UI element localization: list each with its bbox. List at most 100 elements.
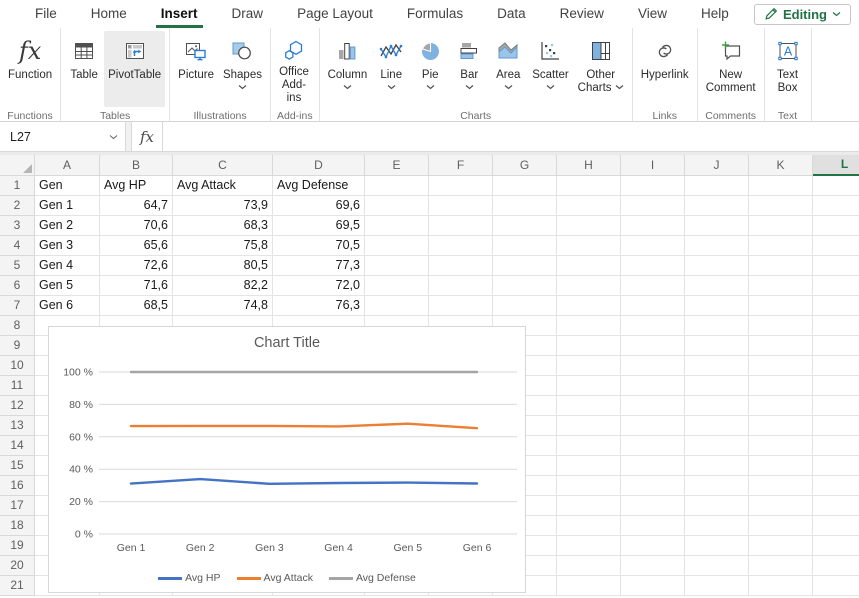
cell-E6[interactable] xyxy=(365,276,429,296)
cell-I5[interactable] xyxy=(621,256,685,276)
cell-G6[interactable] xyxy=(493,276,557,296)
row-header-8[interactable]: 8 xyxy=(0,316,35,336)
cell-A1[interactable]: Gen xyxy=(35,176,100,196)
cell-K6[interactable] xyxy=(749,276,813,296)
cell-J15[interactable] xyxy=(685,456,749,476)
cell-D7[interactable]: 76,3 xyxy=(273,296,365,316)
cell-K19[interactable] xyxy=(749,536,813,556)
cell-A7[interactable]: Gen 6 xyxy=(35,296,100,316)
row-header-15[interactable]: 15 xyxy=(0,456,35,476)
insert-function-button[interactable]: fx xyxy=(131,122,163,151)
cell-J2[interactable] xyxy=(685,196,749,216)
cell-K18[interactable] xyxy=(749,516,813,536)
row-header-21[interactable]: 21 xyxy=(0,576,35,596)
cell-L10[interactable] xyxy=(813,356,859,376)
cell-H3[interactable] xyxy=(557,216,621,236)
tab-home[interactable]: Home xyxy=(74,0,144,28)
cell-B6[interactable]: 71,6 xyxy=(100,276,173,296)
legend-item-avg-hp[interactable]: Avg HP xyxy=(158,572,220,584)
cell-A3[interactable]: Gen 2 xyxy=(35,216,100,236)
cell-L21[interactable] xyxy=(813,576,859,596)
cell-C1[interactable]: Avg Attack xyxy=(173,176,273,196)
tab-draw[interactable]: Draw xyxy=(215,0,281,28)
chevron-down-icon[interactable] xyxy=(504,84,513,93)
ribbon-button-text-box[interactable]: AText Box xyxy=(769,31,807,107)
cell-B4[interactable]: 65,6 xyxy=(100,236,173,256)
cell-J21[interactable] xyxy=(685,576,749,596)
cell-H5[interactable] xyxy=(557,256,621,276)
cell-F1[interactable] xyxy=(429,176,493,196)
cell-F5[interactable] xyxy=(429,256,493,276)
cell-H11[interactable] xyxy=(557,376,621,396)
cell-K4[interactable] xyxy=(749,236,813,256)
row-header-12[interactable]: 12 xyxy=(0,396,35,416)
ribbon-button-bar[interactable]: Bar xyxy=(450,31,488,107)
cell-I13[interactable] xyxy=(621,416,685,436)
chevron-down-icon[interactable] xyxy=(546,84,555,93)
cell-J18[interactable] xyxy=(685,516,749,536)
ribbon-button-pie[interactable]: Pie xyxy=(411,31,449,107)
cell-H21[interactable] xyxy=(557,576,621,596)
name-box[interactable]: L27 xyxy=(0,122,125,151)
cell-L7[interactable] xyxy=(813,296,859,316)
cell-L15[interactable] xyxy=(813,456,859,476)
series-line-avg-hp[interactable] xyxy=(131,479,477,484)
cell-G5[interactable] xyxy=(493,256,557,276)
tab-insert[interactable]: Insert xyxy=(144,0,215,28)
cell-E5[interactable] xyxy=(365,256,429,276)
cell-K2[interactable] xyxy=(749,196,813,216)
row-header-2[interactable]: 2 xyxy=(0,196,35,216)
ribbon-button-column[interactable]: Column xyxy=(324,31,372,107)
cell-I14[interactable] xyxy=(621,436,685,456)
cell-D6[interactable]: 72,0 xyxy=(273,276,365,296)
row-header-5[interactable]: 5 xyxy=(0,256,35,276)
cell-H7[interactable] xyxy=(557,296,621,316)
cell-B2[interactable]: 64,7 xyxy=(100,196,173,216)
tab-data[interactable]: Data xyxy=(480,0,543,28)
row-header-6[interactable]: 6 xyxy=(0,276,35,296)
cell-F4[interactable] xyxy=(429,236,493,256)
cell-J11[interactable] xyxy=(685,376,749,396)
cell-D5[interactable]: 77,3 xyxy=(273,256,365,276)
cell-J1[interactable] xyxy=(685,176,749,196)
cell-C7[interactable]: 74,8 xyxy=(173,296,273,316)
row-header-19[interactable]: 19 xyxy=(0,536,35,556)
row-header-4[interactable]: 4 xyxy=(0,236,35,256)
cell-J12[interactable] xyxy=(685,396,749,416)
cell-A4[interactable]: Gen 3 xyxy=(35,236,100,256)
cell-I16[interactable] xyxy=(621,476,685,496)
cell-K21[interactable] xyxy=(749,576,813,596)
chevron-down-icon[interactable] xyxy=(238,84,247,93)
cell-E4[interactable] xyxy=(365,236,429,256)
select-all-corner[interactable] xyxy=(0,155,35,176)
cell-J6[interactable] xyxy=(685,276,749,296)
cell-L3[interactable] xyxy=(813,216,859,236)
cell-L18[interactable] xyxy=(813,516,859,536)
tab-help[interactable]: Help xyxy=(684,0,746,28)
cell-K1[interactable] xyxy=(749,176,813,196)
cell-K3[interactable] xyxy=(749,216,813,236)
cell-I12[interactable] xyxy=(621,396,685,416)
cell-K14[interactable] xyxy=(749,436,813,456)
cell-H12[interactable] xyxy=(557,396,621,416)
ribbon-button-hyperlink[interactable]: Hyperlink xyxy=(637,31,693,107)
cell-J3[interactable] xyxy=(685,216,749,236)
cell-E7[interactable] xyxy=(365,296,429,316)
cell-I11[interactable] xyxy=(621,376,685,396)
cell-H18[interactable] xyxy=(557,516,621,536)
cell-J4[interactable] xyxy=(685,236,749,256)
column-header-D[interactable]: D xyxy=(273,155,365,176)
cell-I1[interactable] xyxy=(621,176,685,196)
cell-I3[interactable] xyxy=(621,216,685,236)
ribbon-button-area[interactable]: Area xyxy=(489,31,527,107)
cell-H19[interactable] xyxy=(557,536,621,556)
column-header-G[interactable]: G xyxy=(493,155,557,176)
cell-K8[interactable] xyxy=(749,316,813,336)
cell-L13[interactable] xyxy=(813,416,859,436)
column-header-B[interactable]: B xyxy=(100,155,173,176)
chevron-down-icon[interactable] xyxy=(343,84,352,93)
cell-H2[interactable] xyxy=(557,196,621,216)
cell-J9[interactable] xyxy=(685,336,749,356)
chart-overlay[interactable]: Chart Title 0 %20 %40 %60 %80 %100 %Gen … xyxy=(48,326,526,593)
cell-I9[interactable] xyxy=(621,336,685,356)
